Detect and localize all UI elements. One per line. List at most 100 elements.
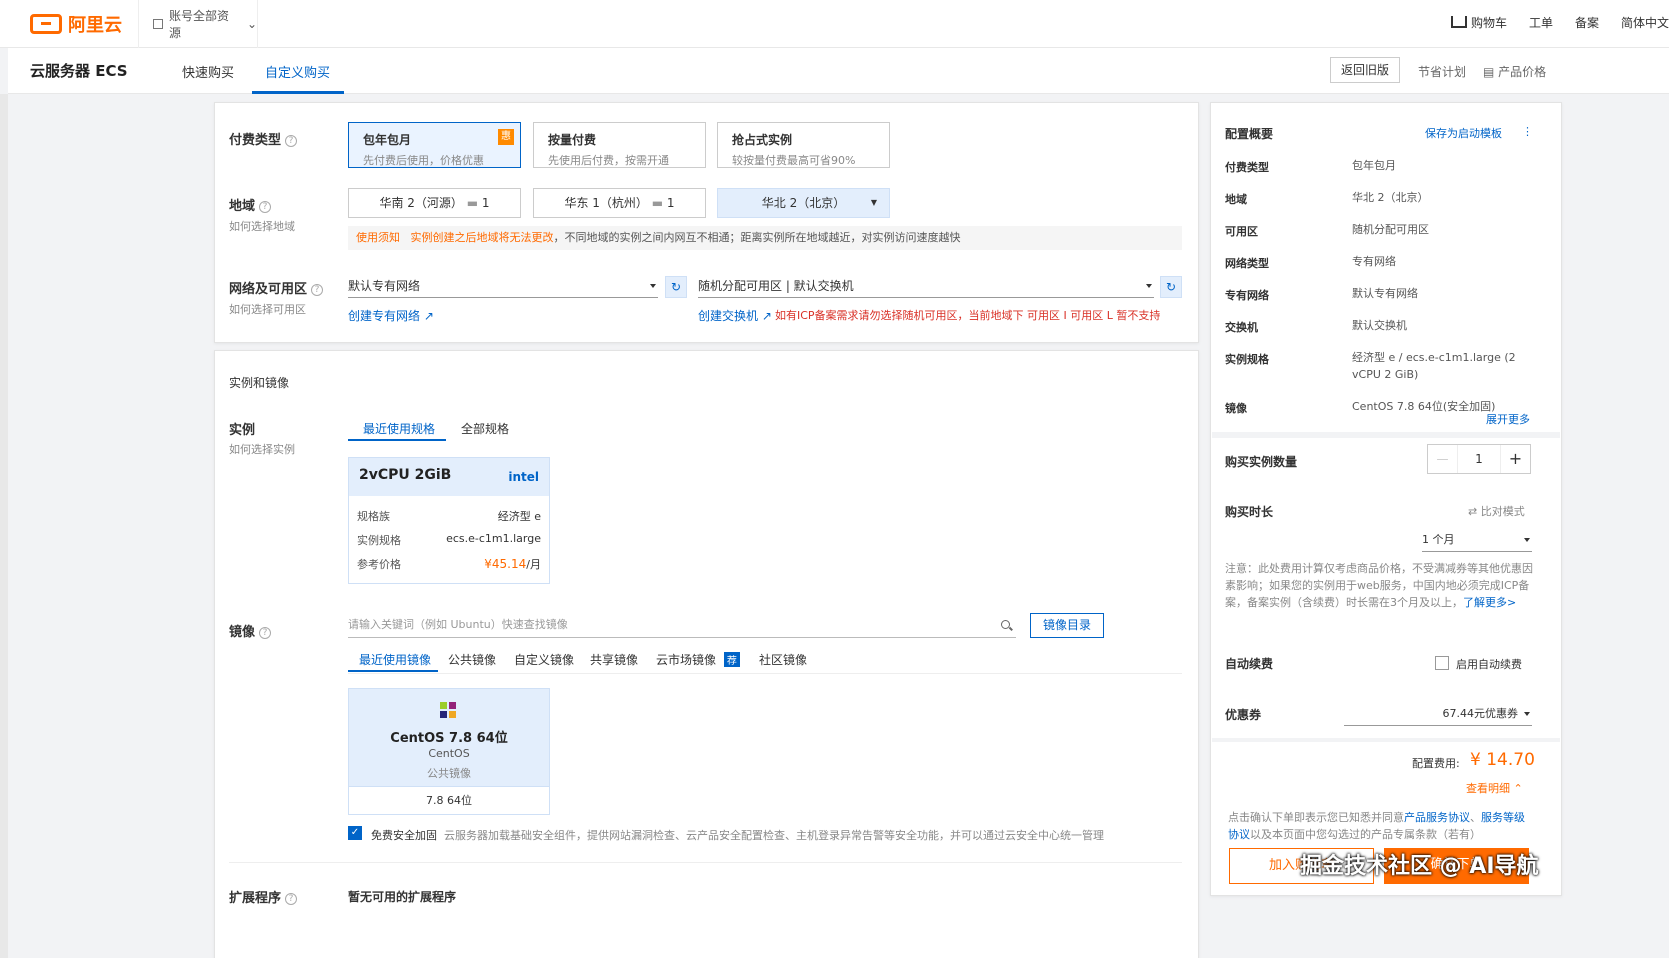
caret-down-icon (1146, 284, 1152, 288)
duration-select[interactable]: 1 个月 (1422, 530, 1532, 552)
refresh-zone-icon[interactable]: ↻ (1160, 276, 1182, 298)
language-link[interactable]: 简体中文 (1621, 14, 1669, 31)
region-help-link[interactable]: 如何选择地域 (229, 218, 295, 234)
summary-value: 专有网络 (1352, 255, 1396, 268)
quantity-value[interactable]: 1 (1458, 445, 1500, 473)
create-vpc-link[interactable]: 创建专有网络 ↗ (348, 307, 434, 324)
image-label: 镜像? (229, 621, 272, 640)
tab-custom-buy[interactable]: 自定义购买 (265, 62, 330, 81)
cart-icon (1450, 16, 1467, 28)
back-old-version-button[interactable]: 返回旧版 (1330, 57, 1400, 83)
image-card-centos[interactable]: CentOS 7.8 64位 CentOS 公共镜像 7.8 64位 (348, 688, 550, 815)
compare-mode-link[interactable]: ⇄ 比对模式 (1468, 503, 1525, 519)
zone-help-link[interactable]: 如何选择可用区 (229, 301, 306, 317)
chevron-down-icon: ⌄ (246, 17, 257, 31)
expand-more-link[interactable]: 展开更多 (1486, 411, 1530, 427)
tab-recent-images[interactable]: 最近使用镜像 (359, 651, 431, 668)
summary-key: 网络类型 (1225, 257, 1269, 270)
beian-link[interactable]: 备案 (1575, 14, 1599, 31)
savings-plan-link[interactable]: 节省计划 (1418, 63, 1466, 80)
top-bar: 阿里云 账号全部资源 ⌄ 购物车 工单 备案 简体中文 (0, 0, 1669, 48)
region-label: 地域? (229, 195, 272, 214)
quantity-label: 购买实例数量 (1225, 455, 1298, 469)
refresh-vpc-icon[interactable]: ↻ (665, 276, 687, 298)
fee-value: ¥ 14.70 (1470, 750, 1535, 770)
section-title: 实例和镜像 (229, 376, 290, 390)
resource-selector[interactable]: 账号全部资源 ⌄ (138, 0, 258, 48)
external-link-icon: ↗ (761, 309, 772, 323)
spec-row: 实例规格 ecs.e-c1m1.large (357, 532, 541, 547)
help-icon[interactable]: ? (259, 627, 272, 639)
summary-value: 随机分配可用区 (1352, 223, 1429, 236)
auto-renew-checkbox[interactable] (1435, 656, 1449, 670)
region-option-heyuan[interactable]: 华南 2（河源） ▬ 1 (348, 188, 521, 218)
instance-help-link[interactable]: 如何选择实例 (229, 441, 295, 457)
product-subnav: 云服务器 ECS 快速购买 自定义购买 返回旧版 节省计划 ▤ 产品价格 (8, 48, 1669, 94)
active-tab-indicator (252, 91, 344, 94)
help-icon[interactable]: ? (285, 135, 298, 147)
spec-row: 参考价格 ¥45.14/月 (357, 557, 541, 571)
tab-quick-buy[interactable]: 快速购买 (182, 62, 234, 81)
intel-logo: intel (508, 470, 539, 484)
quantity-stepper[interactable]: — 1 + (1427, 444, 1531, 474)
summary-divider (1212, 738, 1560, 742)
product-price-link[interactable]: ▤ 产品价格 (1483, 63, 1546, 80)
region-option-beijing[interactable]: 华北 2（北京） ▼ (717, 188, 890, 218)
server-icon: ▬ (651, 196, 664, 210)
instance-spec-card[interactable]: 2vCPU 2GiB intel 规格族 经济型 e 实例规格 ecs.e-c1m1… (348, 457, 550, 584)
vpc-select[interactable]: 默认专有网络 (348, 276, 658, 298)
coupon-select[interactable]: 67.44元优惠券 (1344, 704, 1532, 726)
summary-title: 配置概要 (1225, 127, 1274, 141)
image-type: 公共镜像 (427, 767, 471, 780)
tab-all-specs[interactable]: 全部规格 (461, 420, 509, 437)
save-template-link[interactable]: 保存为启动模板 (1425, 125, 1502, 141)
summary-value: 经济型 e / ecs.e-c1m1.large (2 vCPU 2 GiB) (1352, 351, 1516, 381)
caret-down-icon (1524, 712, 1530, 716)
tab-public-images[interactable]: 公共镜像 (448, 651, 496, 668)
recommend-badge: 荐 (723, 652, 740, 667)
fee-label: 配置费用: (1412, 757, 1460, 770)
search-icon[interactable] (1001, 620, 1010, 629)
discount-badge: 惠 (498, 129, 514, 145)
tab-marketplace-images[interactable]: 云市场镜像 荐 (656, 651, 740, 668)
auto-renew-option: 启用自动续费 (1456, 658, 1522, 671)
icp-warning: 如有ICP备案需求请勿选择随机可用区，当前地域下 可用区 I 可用区 L 暂不支… (775, 309, 1161, 322)
cart-link[interactable]: 购物车 (1450, 14, 1507, 31)
help-icon[interactable]: ? (285, 893, 298, 905)
create-vswitch-link[interactable]: 创建交换机 ↗ (698, 307, 772, 324)
aliyun-logo[interactable]: 阿里云 (30, 11, 122, 37)
tab-custom-images[interactable]: 自定义镜像 (514, 651, 574, 668)
summary-key: 地域 (1225, 193, 1247, 206)
service-agreement-link[interactable]: 产品服务协议 (1404, 811, 1470, 824)
help-icon[interactable]: ? (259, 201, 272, 213)
image-search-input[interactable]: 请输入关键词（例如 Ubuntu）快速查找镜像 (348, 614, 1016, 638)
view-detail-link[interactable]: 查看明细 ⌃ (1466, 780, 1523, 796)
region-option-hangzhou[interactable]: 华东 1（杭州） ▬ 1 (533, 188, 706, 218)
image-catalog-button[interactable]: 镜像目录 (1030, 613, 1104, 638)
product-title: 云服务器 ECS (30, 62, 128, 80)
zone-select[interactable]: 随机分配可用区 | 默认交换机 (698, 276, 1154, 298)
tab-community-images[interactable]: 社区镜像 (759, 651, 807, 668)
price-note: 注意：此处费用计算仅考虑商品价格，不受满减券等其他优惠因素影响；如果您的实例用于… (1225, 562, 1533, 609)
active-tab-indicator (348, 439, 446, 441)
resource-icon (153, 19, 163, 29)
ticket-link[interactable]: 工单 (1529, 14, 1553, 31)
tab-shared-images[interactable]: 共享镜像 (590, 651, 638, 668)
tab-recent-specs[interactable]: 最近使用规格 (363, 420, 435, 437)
learn-more-link[interactable]: 了解更多> (1463, 596, 1516, 609)
summary-value: 包年包月 (1352, 159, 1396, 172)
price-doc-icon: ▤ (1483, 65, 1499, 79)
aliyun-logo-icon (30, 14, 62, 34)
billing-option-subscription[interactable]: 包年包月 先付费后使用，价格优惠 惠 (348, 122, 521, 168)
increase-button[interactable]: + (1500, 445, 1530, 473)
decrease-button[interactable]: — (1428, 445, 1458, 473)
security-hardening-label: 免费安全加固 云服务器加载基础安全组件，提供网站漏洞检查、云产品安全配置检查、主… (371, 829, 1104, 842)
image-version[interactable]: 7.8 64位 (349, 786, 549, 814)
caret-down-icon (1524, 538, 1530, 542)
help-icon[interactable]: ? (311, 284, 324, 296)
billing-option-pay-as-you-go[interactable]: 按量付费 先使用后付费，按需开通 (533, 122, 706, 168)
more-options-icon[interactable]: ⋮ (1522, 125, 1533, 138)
section-divider (229, 862, 1182, 863)
security-hardening-checkbox[interactable]: ✓ (348, 826, 362, 840)
billing-option-spot[interactable]: 抢占式实例 较按量付费最高可省90% (717, 122, 890, 168)
